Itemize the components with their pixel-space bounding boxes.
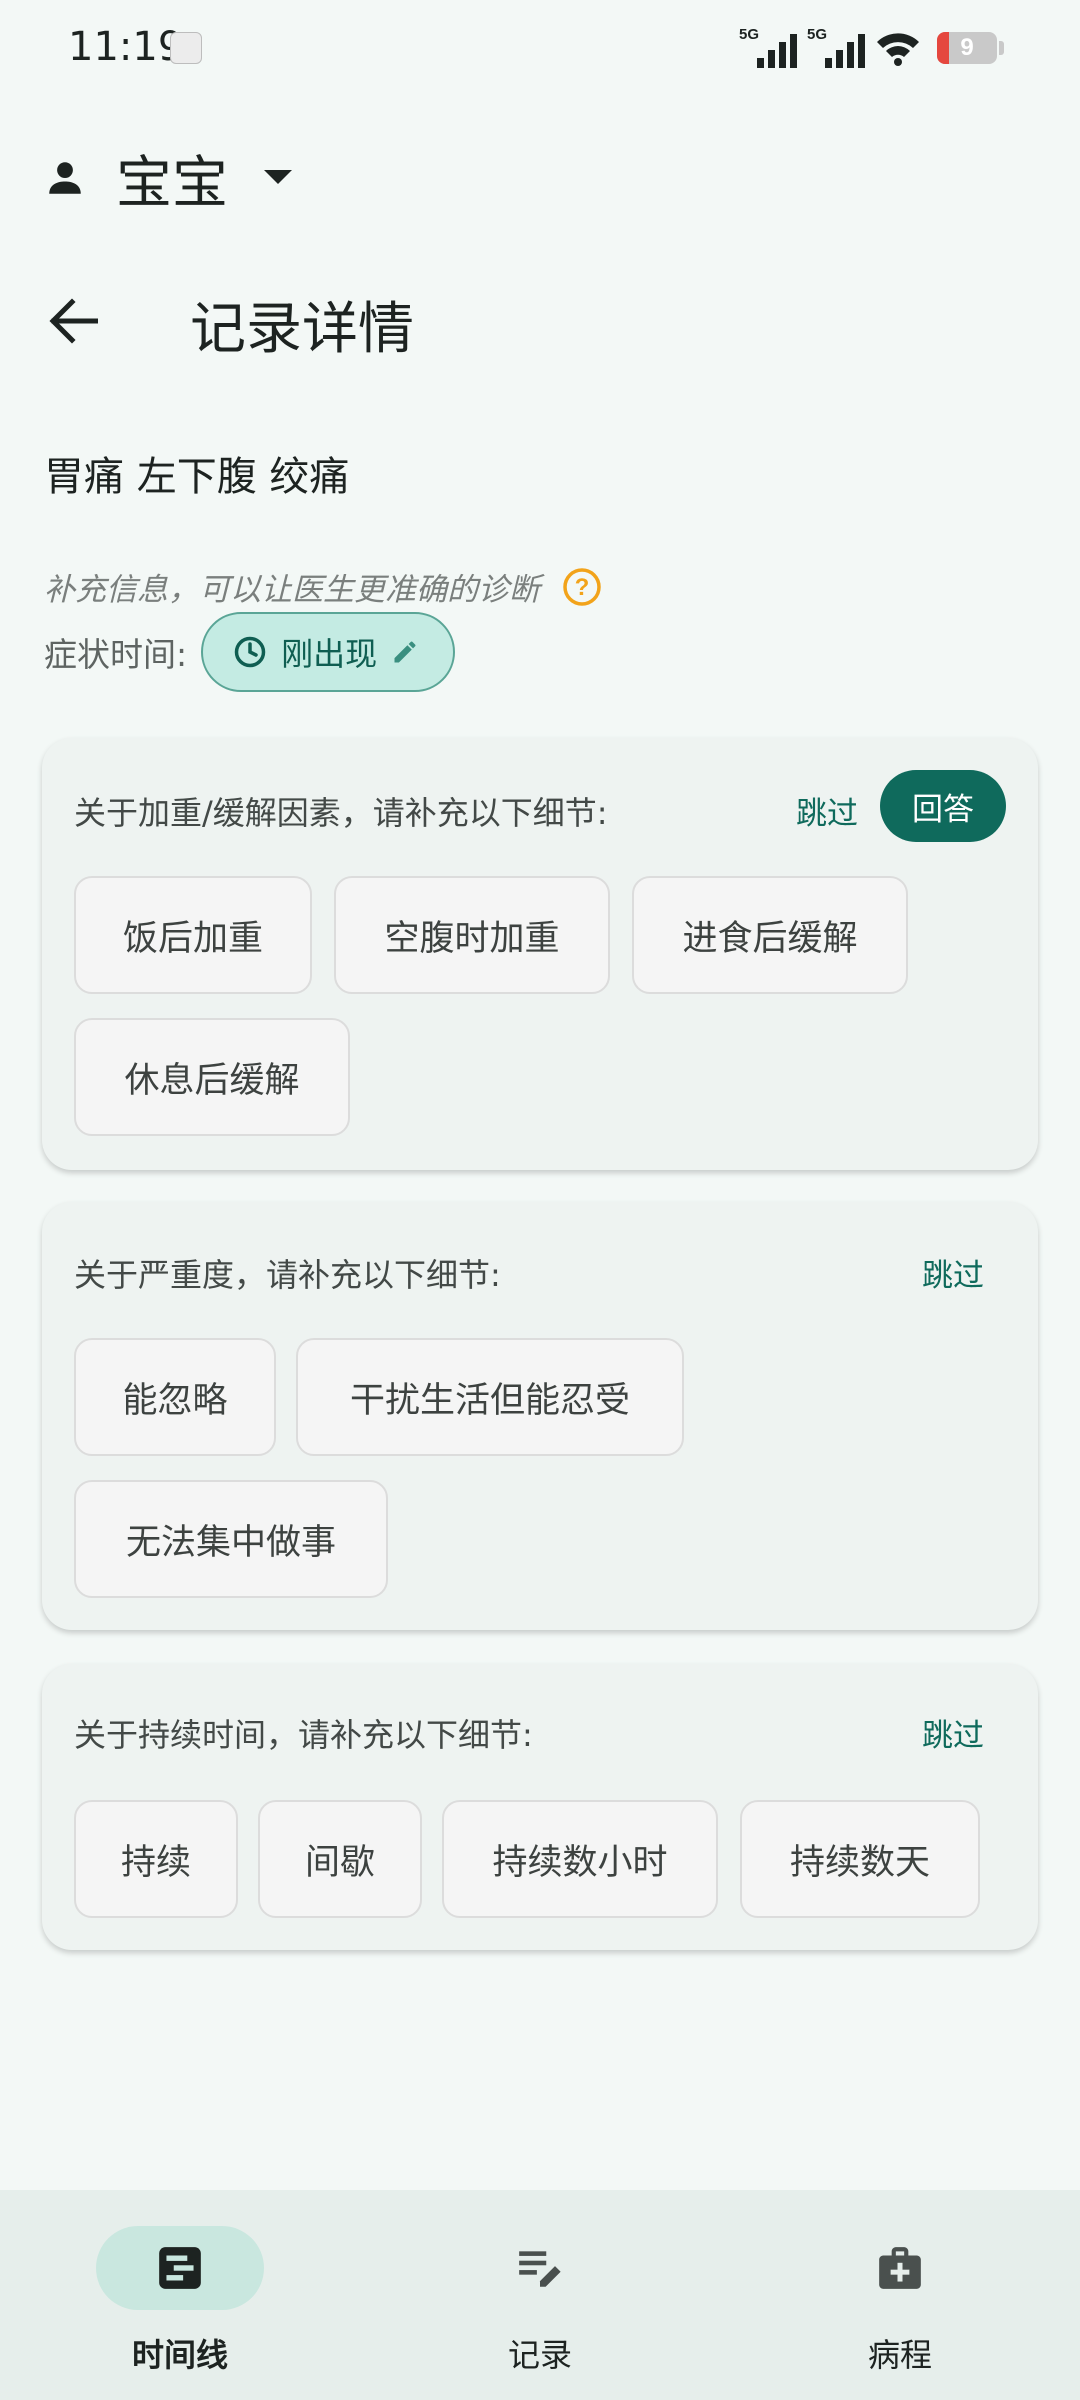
- status-time: 11:19: [68, 24, 184, 70]
- battery-icon: 9: [937, 32, 997, 64]
- edit-note-icon: [519, 2251, 561, 2287]
- timeline-icon: [159, 2247, 201, 2289]
- question-text: 关于持续时间，请补充以下细节:: [74, 1716, 533, 1754]
- help-icon[interactable]: ?: [562, 567, 602, 607]
- medical-kit-icon: [879, 2247, 921, 2289]
- back-button[interactable]: [38, 286, 108, 356]
- option-chip[interactable]: 持续数天: [740, 1800, 980, 1918]
- signal-type-label: 5G: [807, 26, 828, 43]
- answer-button[interactable]: 回答: [880, 770, 1006, 842]
- nav-label: 病程: [867, 2336, 932, 2374]
- nav-item-course[interactable]: 病程: [816, 2226, 996, 2386]
- skip-button[interactable]: 跳过: [796, 788, 858, 833]
- option-chip[interactable]: 能忽略: [74, 1338, 276, 1456]
- skip-button[interactable]: 跳过: [922, 1710, 984, 1755]
- symptom-time-value: 刚出现: [281, 635, 378, 673]
- symptom-time-row: 症状时间: 刚出现: [44, 612, 456, 692]
- person-icon: [49, 162, 81, 194]
- option-chip[interactable]: 进食后缓解: [632, 876, 908, 994]
- hint-row: 补充信息，可以让医生更准确的诊断 ?: [44, 564, 602, 609]
- arrow-back-icon: [49, 298, 98, 344]
- option-chip[interactable]: 持续数小时: [442, 1800, 718, 1918]
- option-chip[interactable]: 间歇: [258, 1800, 422, 1918]
- symptom-time-chip[interactable]: 刚出现: [201, 612, 456, 692]
- signal-icon: 5G: [807, 26, 865, 70]
- option-chip[interactable]: 持续: [74, 1800, 238, 1918]
- bottom-navigation: 时间线 记录 病程: [0, 2190, 1080, 2400]
- nav-item-timeline[interactable]: 时间线: [96, 2226, 276, 2386]
- page-title: 记录详情: [190, 297, 414, 362]
- status-icons: 5G 5G 9: [739, 26, 1004, 70]
- option-chip[interactable]: 休息后缓解: [74, 1018, 350, 1136]
- question-card-factors: 关于加重/缓解因素，请补充以下细节: 跳过 回答 饭后加重 空腹时加重 进食后缓…: [42, 738, 1038, 1170]
- option-chip[interactable]: 饭后加重: [74, 876, 312, 994]
- svg-text:?: ?: [575, 574, 590, 601]
- signal-icon: 5G: [739, 26, 797, 70]
- question-text: 关于加重/缓解因素，请补充以下细节:: [74, 794, 608, 832]
- record-title: 胃痛 左下腹 绞痛: [44, 454, 350, 500]
- profile-name: 宝宝: [116, 150, 228, 216]
- symptom-time-label: 症状时间:: [44, 635, 188, 674]
- option-chip[interactable]: 干扰生活但能忍受: [296, 1338, 684, 1456]
- nav-item-record[interactable]: 记录: [456, 2226, 636, 2386]
- question-card-duration: 关于持续时间，请补充以下细节: 跳过 持续 间歇 持续数小时 持续数天: [42, 1664, 1038, 1950]
- clock-icon: [234, 636, 266, 668]
- dropdown-arrow-icon: [264, 170, 292, 184]
- status-bar: 11:19 5G 5G 9: [0, 0, 1080, 100]
- nav-label: 时间线: [131, 2336, 228, 2374]
- battery-level: 9: [960, 34, 974, 61]
- edit-pencil-icon: [394, 641, 416, 663]
- option-chip[interactable]: 无法集中做事: [74, 1480, 388, 1598]
- profile-switcher[interactable]: 宝宝: [44, 140, 292, 216]
- skip-button[interactable]: 跳过: [922, 1250, 984, 1295]
- question-card-severity: 关于严重度，请补充以下细节: 跳过 能忽略 干扰生活但能忍受 无法集中做事: [42, 1202, 1038, 1630]
- option-chip[interactable]: 空腹时加重: [334, 876, 610, 994]
- signal-type-label: 5G: [739, 26, 760, 43]
- notification-app-icon: [170, 32, 202, 64]
- question-text: 关于严重度，请补充以下细节:: [74, 1256, 501, 1294]
- nav-label: 记录: [507, 2336, 572, 2374]
- hint-text: 补充信息，可以让医生更准确的诊断: [44, 572, 540, 608]
- wifi-icon: [877, 33, 919, 66]
